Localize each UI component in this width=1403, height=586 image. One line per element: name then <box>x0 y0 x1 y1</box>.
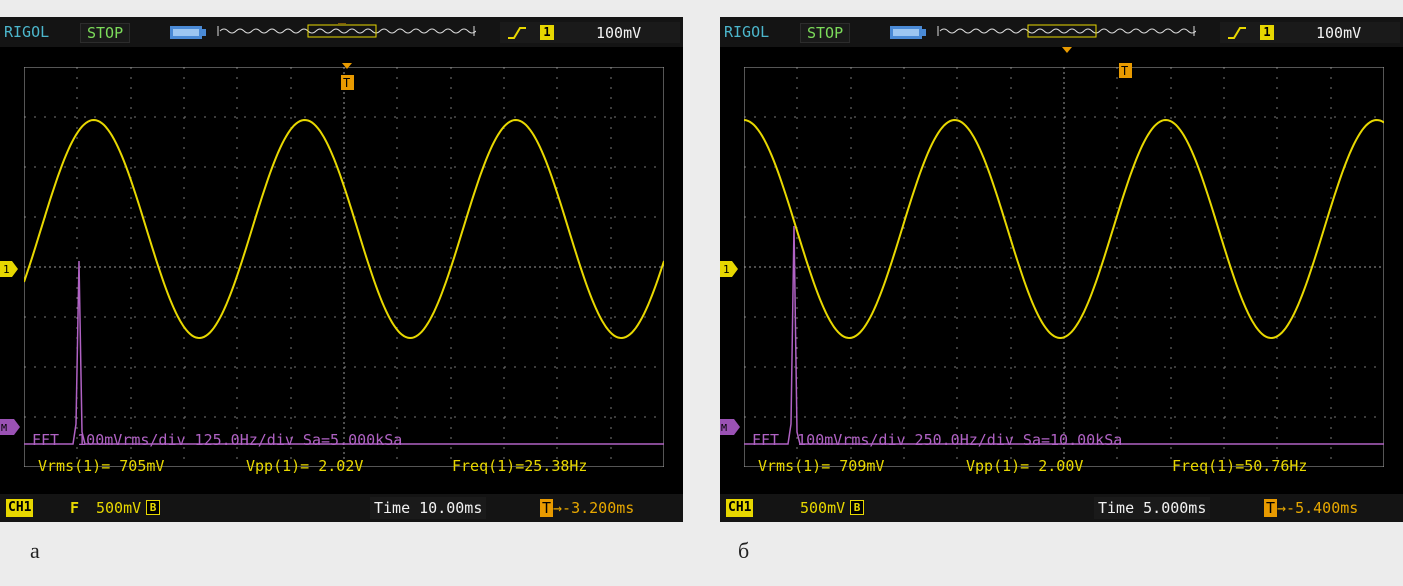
trigger-level: 100mV <box>596 24 642 42</box>
run-status: STOP <box>80 23 131 43</box>
trigger-offset-readout: T →-3.200ms <box>540 497 634 519</box>
oscilloscope-screen-a: RIGOL STOP 1 100mV T 1 M FFT 100mVrms/di… <box>0 17 683 522</box>
brand-label: RIGOL <box>4 23 50 41</box>
channel1-ground-marker: 1 <box>0 261 18 277</box>
volts-per-div: 500mV <box>800 499 846 517</box>
svg-text:1: 1 <box>3 263 10 276</box>
top-status-bar: RIGOL STOP 1 100mV <box>720 17 1403 47</box>
svg-text:M: M <box>1 423 7 434</box>
svg-text:1: 1 <box>723 263 730 276</box>
memory-position-icon <box>937 24 1196 38</box>
channel1-label: CH1 <box>6 499 34 517</box>
fft-reference-marker: M <box>0 419 20 435</box>
svg-text:T: T <box>343 76 350 90</box>
fft-settings-line: FFT 100mVrms/div 125.0Hz/div Sa=5.000kSa <box>32 431 403 449</box>
brand-label: RIGOL <box>724 23 770 41</box>
figure-caption-b: б <box>738 538 750 563</box>
rising-edge-icon <box>508 27 526 39</box>
freq-readout: Freq(1)=50.76Hz <box>1172 457 1308 475</box>
bandwidth-limit-icon: B <box>146 500 160 515</box>
vpp-readout: Vpp(1)= 2.00V <box>966 457 1084 475</box>
svg-text:T: T <box>1121 64 1128 78</box>
battery-icon <box>890 26 926 39</box>
fft-reference-marker: M <box>720 419 740 435</box>
volts-per-div: 500mV <box>96 499 142 517</box>
rising-edge-icon <box>1228 27 1246 39</box>
channel1-ground-marker: 1 <box>720 261 738 277</box>
battery-icon <box>170 26 206 39</box>
trigger-offset-readout: T →-5.400ms <box>1264 497 1358 519</box>
trigger-position-arrow <box>1062 47 1072 53</box>
bottom-status-bar: CH1 F 500mV B Time 10.00ms T →-3.200ms <box>0 494 683 522</box>
trigger-position-marker: T <box>1119 63 1132 78</box>
trigger-offset-value: →-5.400ms <box>1277 499 1359 517</box>
trigger-offset-icon: T <box>540 499 554 517</box>
fft-settings-line: FFT 100mVrms/div 250.0Hz/div Sa=10.00kSa <box>752 431 1123 449</box>
trigger-level: 100mV <box>1316 24 1362 42</box>
trigger-channel-badge: 1 <box>540 25 554 40</box>
run-status: STOP <box>800 23 851 43</box>
trigger-channel-badge: 1 <box>1260 25 1274 40</box>
svg-text:M: M <box>721 423 727 434</box>
figure-caption-a: а <box>30 538 40 563</box>
vrms-readout: Vrms(1)= 705mV <box>38 457 165 475</box>
bottom-status-bar: CH1 500mV B Time 5.000ms T →-5.400ms <box>720 494 1403 522</box>
freq-readout: Freq(1)=25.38Hz <box>452 457 588 475</box>
vrms-readout: Vrms(1)= 709mV <box>758 457 885 475</box>
oscilloscope-screen-b: RIGOL STOP 1 100mV T 1 M FFT 100mVrms/di… <box>720 17 1403 522</box>
trigger-info: 1 100mV <box>500 22 680 43</box>
bandwidth-limit-icon: B <box>850 500 864 515</box>
trigger-info: 1 100mV <box>1220 22 1400 43</box>
trigger-position-marker: T <box>341 63 354 90</box>
timebase-readout: Time 5.000ms <box>1094 497 1211 519</box>
waveform-display <box>744 67 1384 467</box>
channel1-label: CH1 <box>726 499 754 517</box>
top-status-bar: RIGOL STOP 1 100mV <box>0 17 683 47</box>
waveform-display <box>24 67 664 467</box>
trigger-offset-icon: T <box>1264 499 1278 517</box>
filter-indicator: F <box>70 499 80 517</box>
timebase-readout: Time 10.00ms <box>370 497 487 519</box>
trigger-offset-value: →-3.200ms <box>553 499 635 517</box>
vpp-readout: Vpp(1)= 2.02V <box>246 457 364 475</box>
memory-position-icon <box>217 23 476 38</box>
